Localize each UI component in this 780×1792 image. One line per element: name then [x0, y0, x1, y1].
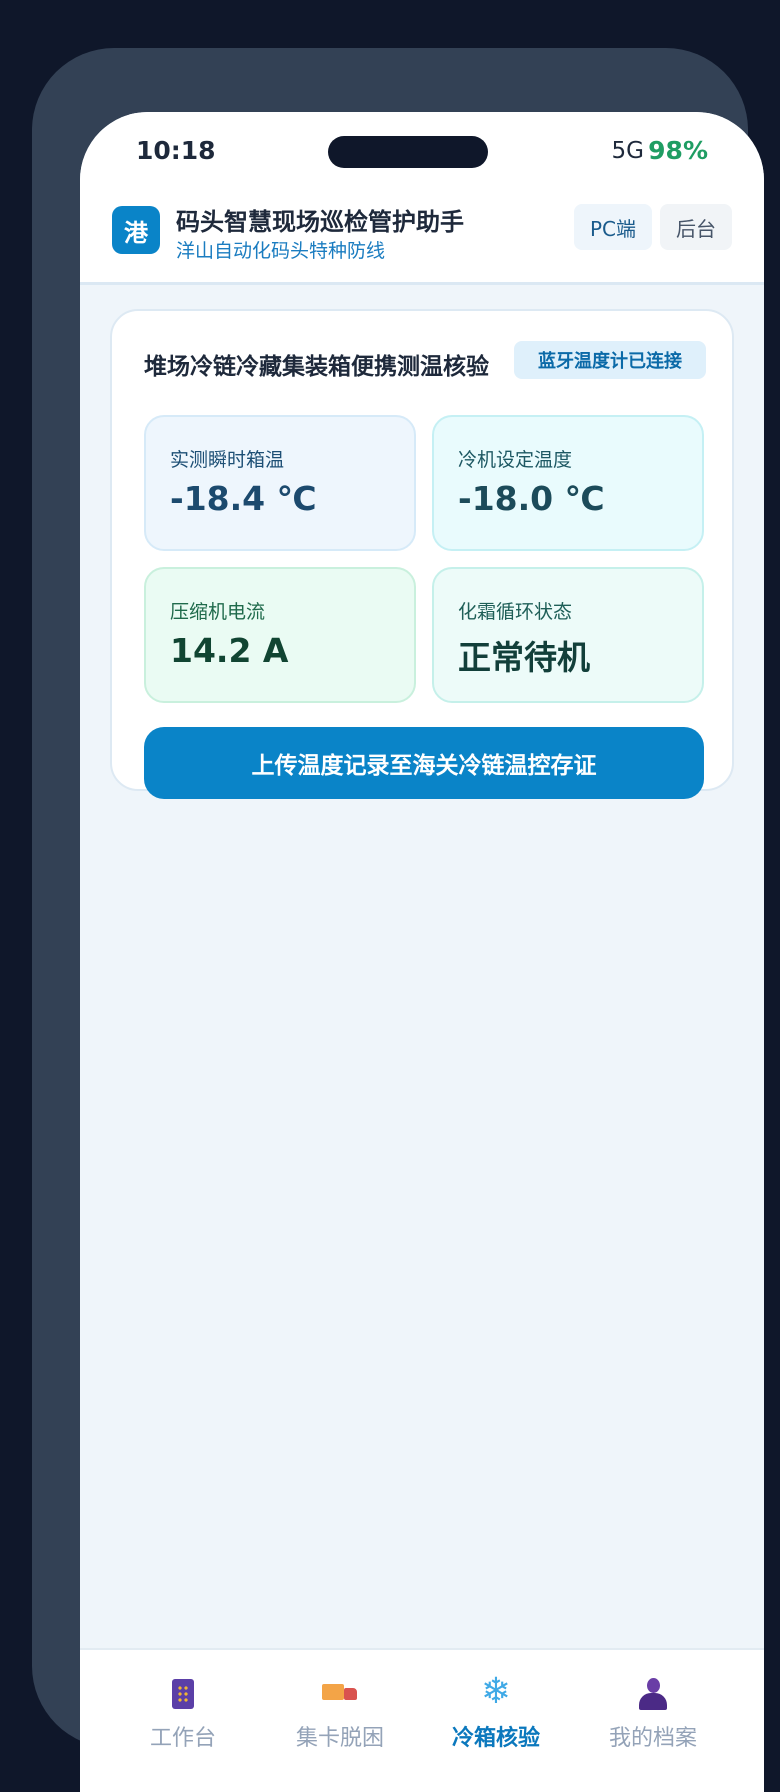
metric-label: 实测瞬时箱温 — [170, 449, 285, 471]
phone-screen: 10:18 5G 98% 港 码头智慧现场巡检管护助手 洋山自动化码头特种防线 … — [80, 112, 764, 1792]
metric-setpoint-temp: 冷机设定温度 -18.0 ℃ — [432, 415, 704, 551]
truck-icon — [260, 1672, 420, 1712]
metric-compressor-current: 压缩机电流 14.2 A — [144, 567, 416, 703]
tab-label: 集卡脱困 — [295, 1726, 384, 1751]
tab-label: 冷箱核验 — [451, 1726, 540, 1751]
metric-label: 冷机设定温度 — [458, 449, 573, 471]
tab-my-profile[interactable]: 我的档案 — [573, 1650, 733, 1792]
status-time: 10:18 — [136, 136, 216, 165]
status-bar: 10:18 5G 98% — [80, 112, 764, 190]
metric-value: 正常待机 — [458, 638, 590, 677]
metric-defrost-status: 化霜循环状态 正常待机 — [432, 567, 704, 703]
metric-label: 化霜循环状态 — [458, 601, 573, 623]
snowflake-icon: ❄ — [480, 1671, 512, 1712]
metric-value: -18.0 ℃ — [458, 479, 605, 518]
tab-label: 我的档案 — [608, 1726, 697, 1751]
battery-percent: 98% — [648, 136, 708, 165]
metric-label: 压缩机电流 — [170, 601, 266, 623]
tab-workbench[interactable]: 工作台 — [103, 1650, 263, 1792]
phone-frame: 10:18 5G 98% 港 码头智慧现场巡检管护助手 洋山自动化码头特种防线 … — [32, 48, 764, 1792]
tab-reefer-check[interactable]: ❄ 冷箱核验 — [416, 1650, 576, 1792]
app-header: 港 码头智慧现场巡检管护助手 洋山自动化码头特种防线 PC端 后台 — [80, 190, 764, 285]
metric-value: 14.2 A — [170, 631, 289, 670]
dynamic-island — [328, 136, 488, 168]
bottom-tab-bar: 工作台 集卡脱困 ❄ 冷箱核验 我的档案 — [80, 1648, 764, 1792]
metric-value: -18.4 ℃ — [170, 479, 317, 518]
upload-temperature-record-button[interactable]: 上传温度记录至海关冷链温控存证 — [144, 727, 704, 799]
admin-button[interactable]: 后台 — [660, 204, 732, 250]
network-indicator: 5G — [611, 138, 644, 164]
temperature-check-card: 堆场冷链冷藏集装箱便携测温核验 蓝牙温度计已连接 实测瞬时箱温 -18.4 ℃ … — [110, 309, 734, 799]
app-title: 码头智慧现场巡检管护助手 — [176, 208, 464, 236]
user-icon — [573, 1672, 733, 1712]
tab-truck-rescue[interactable]: 集卡脱困 — [260, 1650, 420, 1792]
tab-label: 工作台 — [149, 1726, 216, 1751]
app-subtitle: 洋山自动化码头特种防线 — [176, 240, 386, 262]
app-logo: 港 — [112, 206, 160, 254]
bluetooth-status-badge: 蓝牙温度计已连接 — [514, 341, 706, 379]
card-title: 堆场冷链冷藏集装箱便携测温核验 — [144, 354, 489, 380]
dashboard-panel-icon — [103, 1672, 263, 1712]
metric-instant-box-temp: 实测瞬时箱温 -18.4 ℃ — [144, 415, 416, 551]
pc-button[interactable]: PC端 — [574, 204, 652, 250]
